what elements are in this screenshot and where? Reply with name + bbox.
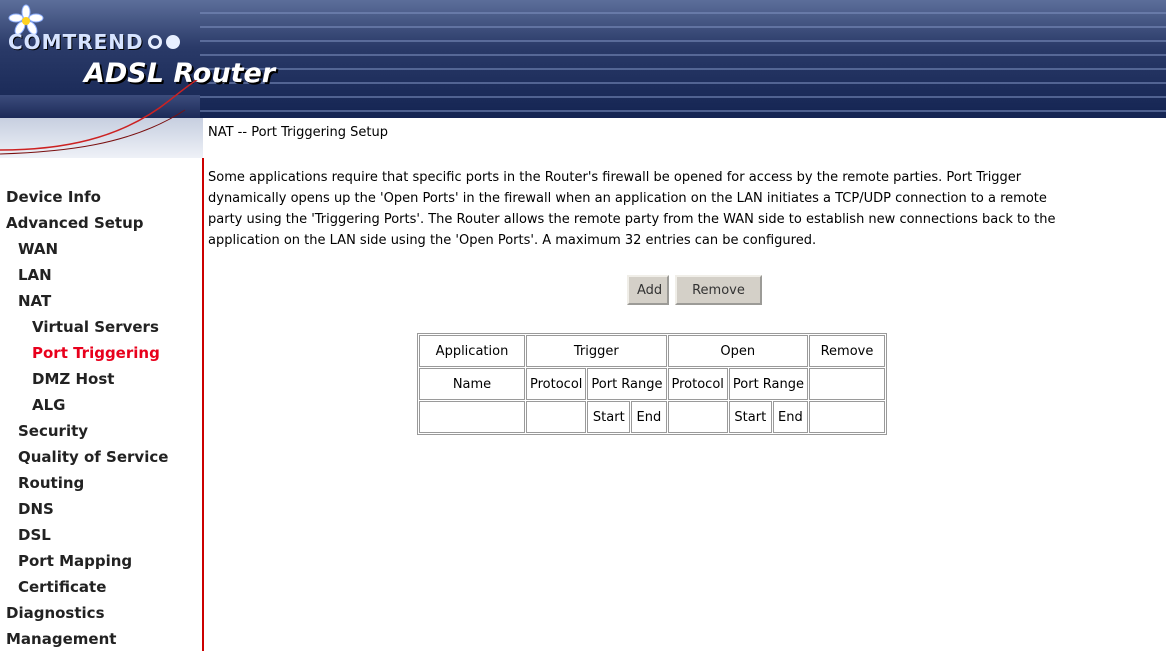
sidebar-item-wan[interactable]: WAN [18,240,58,258]
empty-cell [809,368,885,400]
empty-cell [419,401,525,433]
column-header-trigger-protocol: Protocol [526,368,587,400]
intro-line: party using the 'Triggering Ports'. The … [208,212,1056,227]
remove-button[interactable]: Remove [675,275,762,305]
column-header-trigger: Trigger [526,335,667,367]
logo-circle-icon [147,35,162,49]
intro-line: application on the LAN side using the 'O… [208,233,817,248]
sidebar-item-advanced-setup[interactable]: Advanced Setup [6,214,144,232]
column-header-name: Name [419,368,525,400]
sidebar-item-port-mapping[interactable]: Port Mapping [18,552,132,570]
column-header-trigger-port-range: Port Range [587,368,667,400]
column-header-trigger-start: Start [587,401,631,433]
column-header-open-start: Start [728,401,772,433]
sidebar-item-routing[interactable]: Routing [18,474,84,492]
red-swoosh-decoration [0,80,205,155]
intro-line: dynamically opens up the 'Open Ports' in… [208,191,1047,206]
intro-line: Some applications require that specific … [208,170,1022,185]
table-header-row: Application Trigger Open Remove [419,335,885,367]
sidebar-item-dns[interactable]: DNS [18,500,54,518]
sidebar-nav: Device Info Advanced Setup WAN LAN NAT Virtua… [0,158,204,651]
empty-cell [667,401,728,433]
sidebar-item-alg[interactable]: ALG [32,396,65,414]
sidebar-item-dsl[interactable]: DSL [18,526,51,544]
banner-stripe [200,54,1166,56]
column-header-trigger-end: End [631,401,667,433]
sidebar-item-port-triggering[interactable]: Port Triggering [32,344,160,362]
brand-name: COMTREND [8,30,144,54]
sidebar-item-virtual-servers[interactable]: Virtual Servers [32,318,159,336]
banner-stripe [200,68,1166,70]
sidebar-item-management[interactable]: Management [6,630,116,648]
table-header-row: Start End Start End [419,401,885,433]
logo-circle-icon [165,35,180,49]
column-header-open-protocol: Protocol [667,368,728,400]
intro-text: Some applications require that specific … [208,167,1163,251]
brand-logo: COMTREND [8,30,180,54]
sidebar-item-lan[interactable]: LAN [18,266,52,284]
sidebar-item-nat[interactable]: NAT [18,292,51,310]
banner-stripe [200,12,1166,14]
sidebar-item-dmz-host[interactable]: DMZ Host [32,370,114,388]
sidebar-item-quality-of-service[interactable]: Quality of Service [18,448,168,466]
banner-stripe [200,26,1166,28]
empty-cell [809,401,885,433]
sidebar-item-certificate[interactable]: Certificate [18,578,106,596]
column-header-open-port-range: Port Range [728,368,808,400]
port-triggering-table: Application Trigger Open Remove Name Pro… [417,333,887,435]
table-header-row: Name Protocol Port Range Protocol Port R… [419,368,885,400]
sidebar-item-security[interactable]: Security [18,422,88,440]
add-button[interactable]: Add [627,275,669,305]
column-header-application: Application [419,335,525,367]
page-title: NAT -- Port Triggering Setup [208,125,389,140]
sidebar-item-device-info[interactable]: Device Info [6,188,101,206]
column-header-remove: Remove [809,335,885,367]
banner-stripe [200,82,1166,84]
sidebar-item-diagnostics[interactable]: Diagnostics [6,604,105,622]
banner-stripe [200,110,1166,112]
column-header-open-end: End [772,401,808,433]
banner-stripe [200,40,1166,42]
empty-cell [526,401,587,433]
banner-stripe [200,96,1166,98]
column-header-open: Open [667,335,808,367]
